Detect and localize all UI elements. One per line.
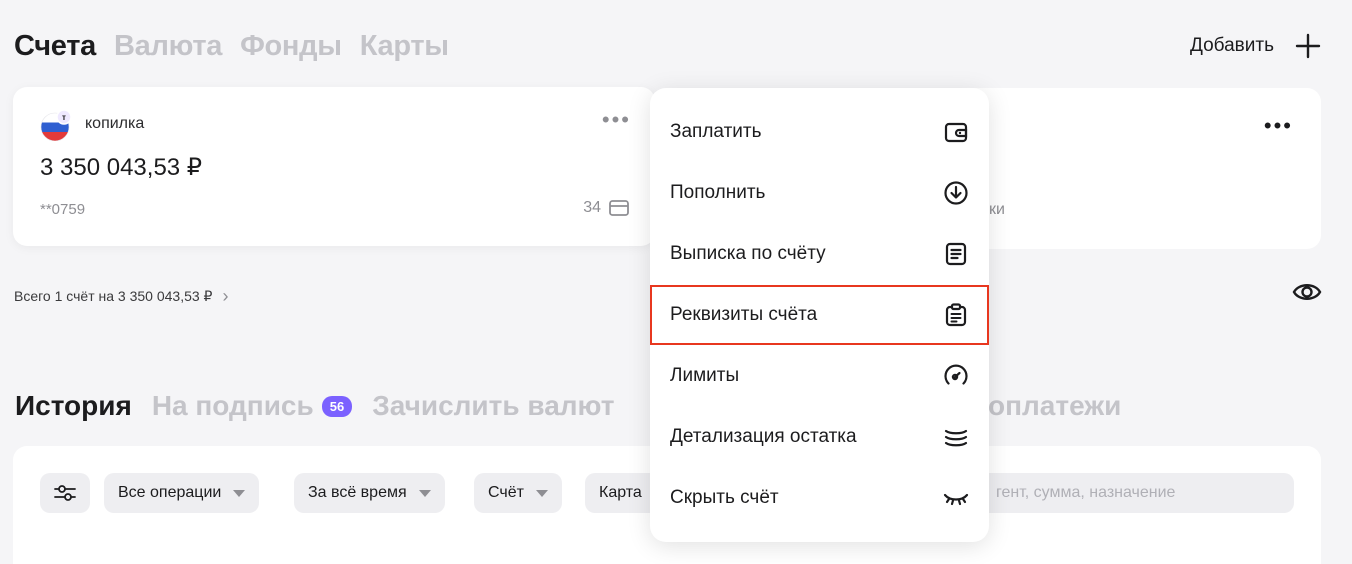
account-number: **0759 bbox=[40, 201, 86, 218]
eye-icon[interactable] bbox=[1292, 280, 1322, 304]
cards-count-value: 34 bbox=[583, 199, 601, 216]
accounts-total-text: Всего 1 счёт на 3 350 043,53 ₽ bbox=[14, 288, 213, 304]
tab-to-sign[interactable]: На подпись 56 bbox=[151, 390, 353, 422]
more-icon[interactable]: ••• bbox=[1264, 115, 1293, 137]
filter-period[interactable]: За всё время bbox=[294, 473, 445, 513]
account-card-2-fragment: ки bbox=[989, 201, 1005, 218]
account-card[interactable]: т копилка 3 350 043,53 ₽ **0759 ••• 34 bbox=[13, 87, 655, 246]
menu-item-label: Детализация остатка bbox=[670, 426, 857, 447]
menu-item-top-up[interactable]: Пополнить bbox=[650, 163, 989, 223]
tab-currency[interactable]: Валюта bbox=[114, 30, 222, 63]
statement-icon bbox=[945, 242, 967, 266]
card-icon bbox=[609, 200, 629, 216]
filter-settings-button[interactable] bbox=[40, 473, 90, 513]
bank-badge: т bbox=[62, 113, 66, 122]
caret-down-icon bbox=[233, 489, 246, 497]
menu-item-hide-account[interactable]: Скрыть счёт bbox=[650, 468, 989, 528]
download-circle-icon bbox=[944, 181, 968, 205]
search-input[interactable] bbox=[978, 473, 1294, 513]
stack-icon bbox=[944, 429, 968, 447]
cards-count: 34 bbox=[583, 199, 629, 217]
russia-flag-icon: т bbox=[40, 109, 71, 141]
wallet-icon bbox=[944, 122, 968, 143]
gauge-icon bbox=[944, 364, 968, 385]
menu-item-pay[interactable]: Заплатить bbox=[650, 102, 989, 162]
eye-closed-icon bbox=[943, 493, 969, 506]
account-balance: 3 350 043,53 ₽ bbox=[40, 154, 203, 181]
accounts-total[interactable]: Всего 1 счёт на 3 350 043,53 ₽ › bbox=[14, 286, 228, 307]
filter-account[interactable]: Счёт bbox=[474, 473, 562, 513]
menu-item-limits[interactable]: Лимиты bbox=[650, 346, 989, 406]
caret-down-icon bbox=[535, 489, 548, 497]
menu-item-label: Скрыть счёт bbox=[670, 487, 779, 508]
clipboard-icon bbox=[945, 303, 967, 327]
tab-to-sign-label: На подпись bbox=[151, 390, 314, 421]
more-icon[interactable]: ••• bbox=[602, 109, 631, 131]
to-sign-count-badge: 56 bbox=[321, 395, 353, 417]
filter-operations-label: Все операции bbox=[118, 484, 222, 501]
chevron-right-icon: › bbox=[222, 286, 229, 306]
accounts-tabs: Счета Валюта Фонды Карты bbox=[14, 30, 449, 63]
menu-item-statement[interactable]: Выписка по счёту bbox=[650, 224, 989, 284]
tab-credit-currency[interactable]: Зачислить валют bbox=[372, 390, 614, 422]
tab-funds[interactable]: Фонды bbox=[240, 30, 342, 63]
caret-down-icon bbox=[418, 489, 431, 497]
tab-cards[interactable]: Карты bbox=[360, 30, 449, 63]
add-button[interactable]: Добавить bbox=[1190, 32, 1322, 60]
filter-account-label: Счёт bbox=[488, 484, 524, 501]
tab-payments[interactable]: оплатежи bbox=[988, 390, 1121, 422]
tab-accounts[interactable]: Счета bbox=[14, 30, 96, 63]
menu-item-label: Заплатить bbox=[670, 121, 762, 142]
account-name: копилка bbox=[85, 115, 145, 132]
menu-item-label: Лимиты bbox=[670, 365, 740, 386]
add-button-label: Добавить bbox=[1190, 35, 1274, 56]
sliders-icon bbox=[54, 485, 76, 501]
menu-item-account-details[interactable]: Реквизиты счёта bbox=[650, 285, 989, 345]
menu-item-label: Выписка по счёту bbox=[670, 243, 826, 264]
plus-icon bbox=[1295, 33, 1321, 59]
filter-period-label: За всё время bbox=[308, 484, 407, 501]
menu-item-label: Реквизиты счёта bbox=[670, 304, 818, 325]
tab-history[interactable]: История bbox=[15, 390, 132, 422]
menu-item-label: Пополнить bbox=[670, 182, 766, 203]
filter-card-label: Карта bbox=[599, 484, 642, 501]
history-tabs: История На подпись 56 Зачислить валют bbox=[15, 390, 614, 422]
menu-item-balance-details[interactable]: Детализация остатка bbox=[650, 407, 989, 467]
filter-operations[interactable]: Все операции bbox=[104, 473, 260, 513]
account-context-menu: Заплатить Пополнить Выписка по счёту Рек… bbox=[650, 88, 989, 542]
